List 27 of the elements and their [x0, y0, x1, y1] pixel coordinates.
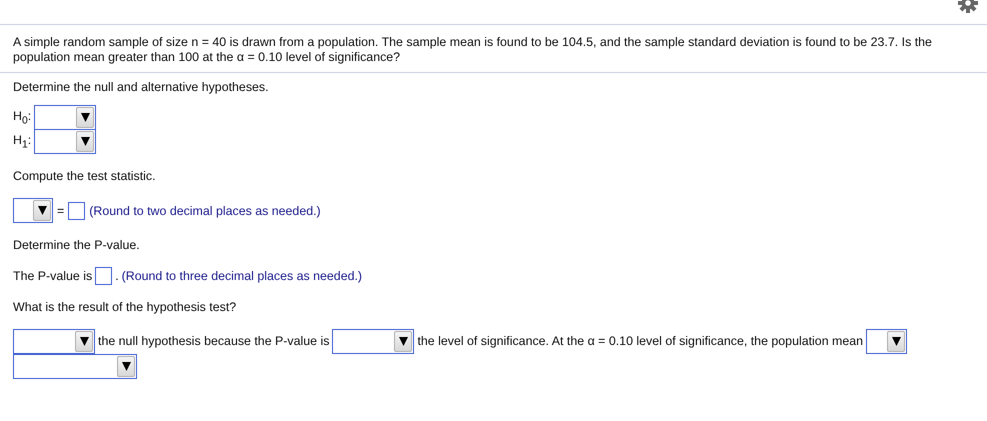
- dropdown[interactable]: [13, 198, 53, 223]
- hint-text: (Round to three decimal places as needed.): [122, 269, 362, 283]
- dropdown[interactable]: [34, 129, 96, 154]
- period-text: .: [115, 269, 119, 283]
- caret-icon: [80, 113, 90, 122]
- answer-box[interactable]: [68, 202, 86, 220]
- caret-icon: [80, 137, 90, 146]
- hypothesis-label: H$_{1}$:: [13, 133, 32, 151]
- caret-icon: [38, 206, 46, 215]
- caret-icon: [892, 337, 901, 346]
- prompt-text: Determine the P-value.: [13, 238, 141, 252]
- caret-icon: [80, 337, 88, 346]
- caret-icon: [122, 362, 130, 372]
- prompt-text: What is the result of the hypothesis test?: [13, 300, 238, 314]
- dropdown[interactable]: [34, 105, 96, 130]
- question-text: A simple random sample of size n = 40 is drawn from a population. The sample mean is found to be 104.5, and the sample standard deviation is found to be 23.7. Is the population mean greater than 100 at the α = 0.10 level of significance?: [0, 25, 987, 73]
- answer-box[interactable]: [95, 267, 112, 285]
- hypothesis-label: H$_{0}$:: [13, 109, 32, 127]
- sentence-text: the null hypothesis because the P-value is: [98, 334, 330, 348]
- label-text: The P-value is: [13, 269, 92, 283]
- dropdown[interactable]: [866, 329, 908, 354]
- prompt-text: Compute the test statistic.: [13, 169, 157, 183]
- equals-sign: =: [57, 204, 64, 218]
- prompt-text: Determine the null and alternative hypotheses.: [13, 80, 270, 94]
- hint-text: (Round to two decimal places as needed.): [89, 204, 321, 218]
- sentence-text: the level of significance. At the α = 0.10 level of significance, the population mean: [417, 334, 864, 348]
- caret-icon: [398, 337, 408, 346]
